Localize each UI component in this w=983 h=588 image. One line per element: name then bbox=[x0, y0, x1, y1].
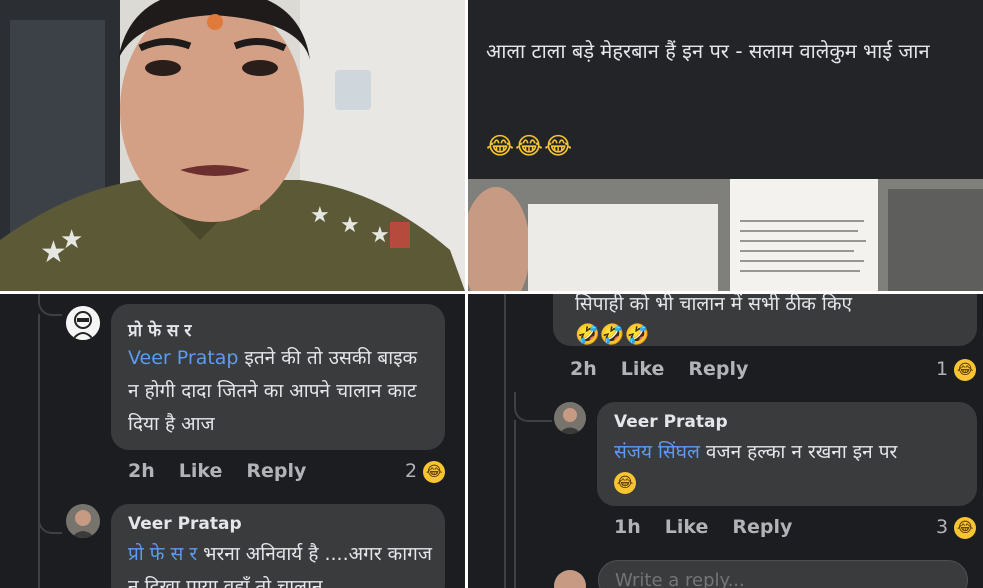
comment-bubble: सिपाही को भी चालान में सभी ठीक किए 🤣🤣🤣 bbox=[553, 294, 977, 346]
post-text: आला टाला बड़े मेहरबान हैं इन पर - सलाम व… bbox=[486, 39, 930, 63]
laughing-emoji-icon: 😂 bbox=[423, 460, 446, 483]
reply-button[interactable]: Reply bbox=[732, 516, 792, 538]
reply-input[interactable] bbox=[598, 560, 968, 588]
reaction-count-value: 1 bbox=[936, 358, 949, 380]
avatar-photo-icon bbox=[66, 504, 100, 538]
officer-photo: ★ ★ ★ ★ ★ bbox=[0, 0, 465, 291]
post-attached-image[interactable] bbox=[468, 179, 983, 291]
avatar[interactable] bbox=[66, 306, 100, 340]
laughing-emoji-icon: 😂 bbox=[614, 472, 636, 494]
comment-emoji: 🤣🤣🤣 bbox=[575, 322, 650, 346]
challan-receipt-illustration bbox=[468, 179, 983, 291]
comment-time: 1h bbox=[614, 516, 641, 538]
mention-link[interactable]: Veer Pratap bbox=[128, 347, 238, 369]
svg-text:★: ★ bbox=[310, 203, 330, 228]
reaction-count-value: 3 bbox=[936, 516, 949, 538]
comments-panel-left: प्रो फे स र Veer Pratap इतने की तो उसकी … bbox=[0, 294, 465, 588]
like-button[interactable]: Like bbox=[665, 516, 709, 538]
mention-link[interactable]: प्रो फे स र bbox=[128, 543, 197, 565]
comments-panel-right: सिपाही को भी चालान में सभी ठीक किए 🤣🤣🤣 2… bbox=[468, 294, 983, 588]
comment-actions: 2h Like Reply bbox=[570, 358, 772, 380]
comment-text: Veer Pratap इतने की तो उसकी बाइक न होगी … bbox=[128, 342, 428, 441]
thread-connector bbox=[514, 392, 552, 422]
comment-author[interactable]: Veer Pratap bbox=[128, 514, 242, 534]
reaction-count-value: 2 bbox=[405, 460, 418, 482]
comment-text-cut: सिपाही को भी चालान में सभी ठीक किए bbox=[575, 294, 852, 315]
reply-button[interactable]: Reply bbox=[688, 358, 748, 380]
comment-text: संजय सिंघल वजन हल्का न रखना इन पर bbox=[614, 436, 964, 469]
comment-actions: 1h Like Reply bbox=[614, 516, 816, 538]
comment-actions: 2h Like Reply bbox=[128, 460, 330, 482]
post-card: आला टाला बड़े मेहरबान हैं इन पर - सलाम व… bbox=[468, 0, 983, 291]
avatar-photo-icon bbox=[554, 402, 586, 434]
avatar-sketch-icon bbox=[66, 306, 100, 340]
thread-line bbox=[514, 420, 516, 588]
comment-text: प्रो फे स र भरना अनिवार्य है ....अगर काग… bbox=[128, 538, 438, 588]
mention-link[interactable]: संजय सिंघल bbox=[614, 441, 700, 463]
avatar[interactable] bbox=[66, 504, 100, 538]
comment-bubble: Veer Pratap संजय सिंघल वजन हल्का न रखना … bbox=[597, 402, 977, 506]
laughing-emoji-icon: 😂 bbox=[954, 516, 977, 539]
comment-time: 2h bbox=[570, 358, 597, 380]
comment-body: वजन हल्का न रखना इन पर bbox=[699, 441, 898, 463]
avatar[interactable] bbox=[554, 402, 586, 434]
reaction-count[interactable]: 2 😂 bbox=[405, 460, 446, 483]
thread-line bbox=[504, 294, 506, 588]
svg-text:★: ★ bbox=[60, 225, 83, 255]
laughing-emoji-icon: 😂 bbox=[954, 358, 977, 381]
like-button[interactable]: Like bbox=[179, 460, 223, 482]
comment-time: 2h bbox=[128, 460, 155, 482]
svg-text:★: ★ bbox=[340, 213, 360, 238]
current-user-avatar[interactable] bbox=[554, 570, 586, 588]
comment-emoji-wrap: 😂 bbox=[614, 472, 636, 494]
thread-connector bbox=[38, 508, 62, 534]
reaction-count[interactable]: 3 😂 bbox=[936, 516, 977, 539]
post-emoji: 😂😂😂 bbox=[486, 132, 574, 160]
reply-button[interactable]: Reply bbox=[246, 460, 306, 482]
reaction-count[interactable]: 1 😂 bbox=[936, 358, 977, 381]
comment-bubble: Veer Pratap प्रो फे स र भरना अनिवार्य है… bbox=[111, 504, 445, 588]
comment-author[interactable]: प्रो फे स र bbox=[128, 318, 191, 341]
officer-photo-illustration: ★ ★ ★ ★ ★ bbox=[0, 0, 465, 291]
comment-author[interactable]: Veer Pratap bbox=[614, 412, 728, 432]
like-button[interactable]: Like bbox=[621, 358, 665, 380]
thread-line bbox=[38, 314, 40, 588]
thread-connector bbox=[38, 294, 62, 316]
comment-bubble: प्रो फे स र Veer Pratap इतने की तो उसकी … bbox=[111, 304, 445, 450]
svg-text:★: ★ bbox=[370, 223, 390, 248]
